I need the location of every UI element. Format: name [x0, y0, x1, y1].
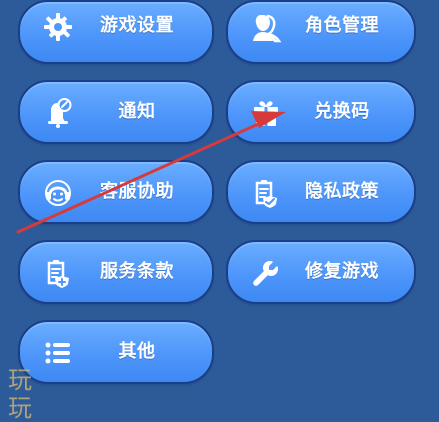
terms-of-service-label: 服务条款	[100, 261, 174, 282]
notification-label: 通知	[118, 101, 156, 122]
settings-menu-grid: 游戏设置 角色管理 通知 兑换码 客服协助 隐私政策 服务条款 修复游戏 其他	[0, 0, 439, 398]
bell-icon	[48, 98, 72, 128]
terms-of-service-button[interactable]: 服务条款	[18, 240, 214, 304]
shield-document-icon	[255, 180, 277, 208]
character-management-button[interactable]: 角色管理	[226, 0, 416, 64]
privacy-policy-button[interactable]: 隐私政策	[226, 160, 416, 224]
redeem-code-button[interactable]: 兑换码	[226, 80, 416, 144]
customer-support-label: 客服协助	[100, 181, 174, 202]
watermark: 玩玩	[8, 366, 66, 422]
gift-icon	[254, 101, 278, 126]
customer-support-button[interactable]: 客服协助	[18, 160, 214, 224]
privacy-policy-label: 隐私政策	[305, 181, 379, 202]
notification-button[interactable]: 通知	[18, 80, 214, 144]
list-icon	[45, 342, 70, 364]
game-settings-button[interactable]: 游戏设置	[18, 0, 214, 64]
user-icon	[253, 14, 282, 43]
document-shield-icon	[47, 260, 69, 288]
redeem-code-label: 兑换码	[314, 101, 370, 122]
game-settings-label: 游戏设置	[100, 15, 174, 36]
character-management-label: 角色管理	[305, 15, 379, 36]
headset-icon	[45, 180, 71, 206]
repair-game-button[interactable]: 修复游戏	[226, 240, 416, 304]
wrench-icon	[253, 261, 278, 286]
repair-game-label: 修复游戏	[305, 261, 379, 282]
gear-icon	[44, 13, 72, 41]
